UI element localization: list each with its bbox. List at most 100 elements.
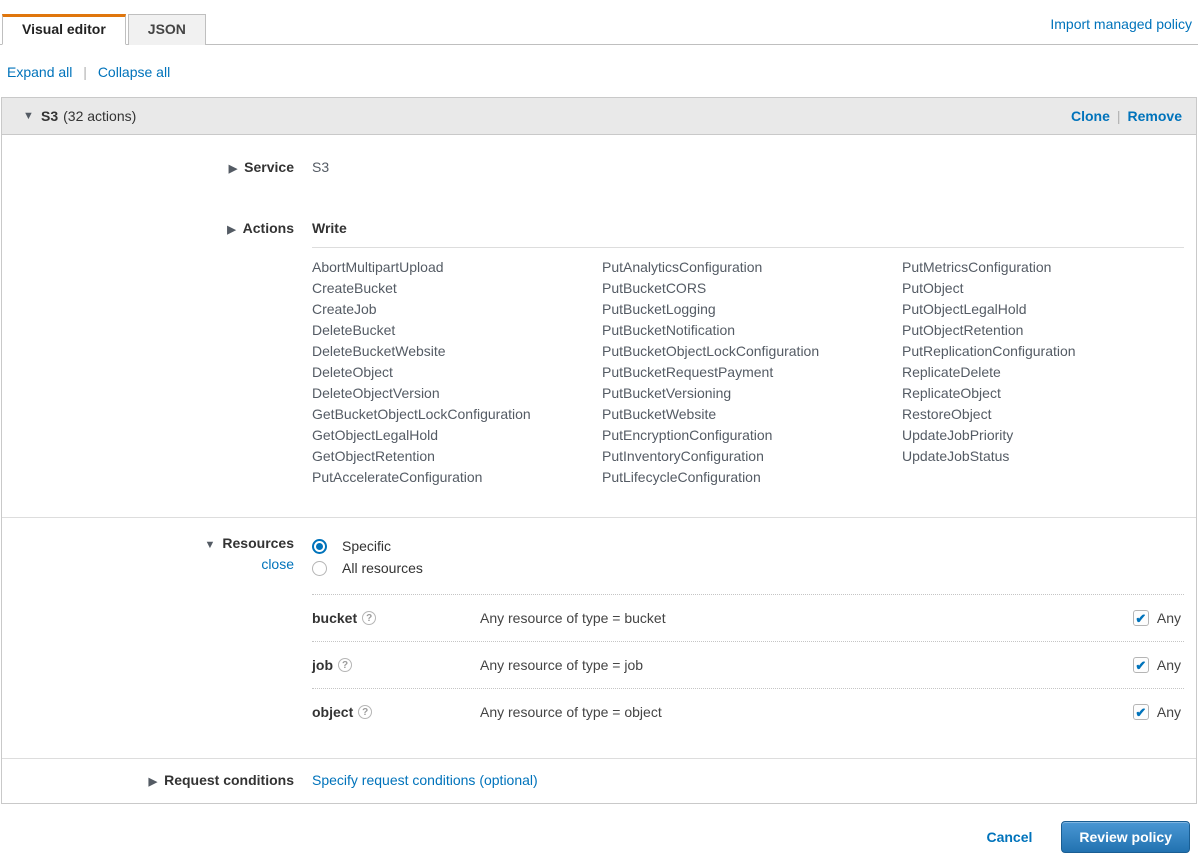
tab-json[interactable]: JSON (128, 14, 206, 45)
divider: | (1117, 108, 1121, 124)
any-label: Any (1157, 657, 1181, 673)
any-label: Any (1157, 610, 1181, 626)
actions-group-header: Write (312, 220, 1184, 248)
resource-row: job? Any resource of type = job✔ Any (312, 641, 1184, 688)
request-conditions-label: Request conditions (164, 772, 294, 788)
expand-all-link[interactable]: Expand all (7, 64, 72, 80)
action-item: PutObject (902, 278, 1184, 299)
check-icon: ✔ (1135, 612, 1146, 625)
resources-row: ▼Resources close Specific All resources … (2, 535, 1196, 758)
checkbox-checked-icon[interactable]: ✔ (1133, 704, 1149, 720)
help-icon[interactable]: ? (338, 658, 352, 672)
checkbox-checked-icon[interactable]: ✔ (1133, 657, 1149, 673)
radio-all-resources-label: All resources (342, 560, 423, 576)
resource-row: bucket? Any resource of type = bucket✔ Any (312, 594, 1184, 641)
action-item: PutInventoryConfiguration (602, 446, 902, 467)
action-item: PutObjectRetention (902, 320, 1184, 341)
footer-action-bar: Cancel Review policy (0, 804, 1198, 853)
actions-expand-arrow-icon[interactable]: ▶ (227, 223, 235, 236)
check-icon: ✔ (1135, 706, 1146, 719)
any-checkbox[interactable]: ✔Any (1133, 704, 1184, 720)
check-icon: ✔ (1135, 659, 1146, 672)
review-policy-button[interactable]: Review policy (1061, 821, 1190, 853)
service-row: ▶ Service S3 (2, 159, 1196, 175)
actions-column: PutMetricsConfigurationPutObjectPutObjec… (902, 257, 1184, 488)
import-managed-policy-link[interactable]: Import managed policy (1050, 16, 1192, 32)
resource-row: object? Any resource of type = object✔Any (312, 688, 1184, 735)
action-item: PutBucketVersioning (602, 383, 902, 404)
tab-json-label: JSON (148, 21, 186, 37)
tab-visual-editor[interactable]: Visual editor (2, 14, 126, 45)
collapse-all-link[interactable]: Collapse all (98, 64, 170, 80)
service-value: S3 (294, 159, 1196, 175)
action-item: PutEncryptionConfiguration (602, 425, 902, 446)
resource-description: Any resource of type = bucket (480, 610, 1133, 626)
request-conditions-row: ▶ Request conditions Specify request cond… (2, 759, 1196, 803)
radio-all-resources[interactable]: All resources (312, 557, 1184, 579)
section-title: S3 (41, 108, 58, 124)
action-item: PutObjectLegalHold (902, 299, 1184, 320)
resource-description: Any resource of type = object (480, 704, 1133, 720)
action-item: DeleteObjectVersion (312, 383, 602, 404)
actions-grid: AbortMultipartUploadCreateBucketCreateJo… (312, 248, 1184, 488)
clone-button[interactable]: Clone (1071, 108, 1110, 124)
radio-specific-label: Specific (342, 538, 391, 554)
resource-description: Any resource of type = job (480, 657, 1133, 673)
action-item: UpdateJobStatus (902, 446, 1184, 467)
collapse-section-arrow-icon[interactable]: ▼ (23, 110, 41, 122)
resource-type-name: bucket (312, 610, 357, 626)
divider (2, 517, 1196, 518)
action-item: GetObjectRetention (312, 446, 602, 467)
action-item: PutBucketWebsite (602, 404, 902, 425)
tab-visual-editor-label: Visual editor (22, 21, 106, 37)
actions-column: AbortMultipartUploadCreateBucketCreateJo… (312, 257, 602, 488)
actions-label: Actions (243, 220, 294, 236)
panel-body: ▶ Service S3 ▶ Actions Write AbortMultipar… (2, 159, 1196, 803)
resource-type-name: job (312, 657, 333, 673)
action-item: DeleteObject (312, 362, 602, 383)
request-conditions-expand-arrow-icon[interactable]: ▶ (149, 775, 157, 788)
action-item: PutBucketNotification (602, 320, 902, 341)
help-icon[interactable]: ? (362, 611, 376, 625)
s3-section-header[interactable]: ▼ S3 (32 actions) Clone | Remove (2, 98, 1196, 135)
any-checkbox[interactable]: ✔ Any (1133, 657, 1184, 673)
action-item: GetBucketObjectLockConfiguration (312, 404, 602, 425)
action-item: UpdateJobPriority (902, 425, 1184, 446)
service-expand-arrow-icon[interactable]: ▶ (229, 162, 237, 175)
action-item: AbortMultipartUpload (312, 257, 602, 278)
action-item: PutAccelerateConfiguration (312, 467, 602, 488)
tab-bar: Visual editor JSON Import managed policy (0, 0, 1198, 45)
specify-request-conditions-link[interactable]: Specify request conditions (optional) (312, 772, 538, 788)
cancel-button[interactable]: Cancel (986, 829, 1032, 845)
action-item: ReplicateObject (902, 383, 1184, 404)
action-item: PutBucketLogging (602, 299, 902, 320)
action-item: PutBucketCORS (602, 278, 902, 299)
actions-row: ▶Actions Write AbortMultipartUploadCreat… (2, 220, 1196, 488)
action-item: PutReplicationConfiguration (902, 341, 1184, 362)
radio-specific[interactable]: Specific (312, 535, 1184, 557)
action-item: PutLifecycleConfiguration (602, 467, 902, 488)
action-item: PutBucketObjectLockConfiguration (602, 341, 902, 362)
policy-statement-panel: ▼ S3 (32 actions) Clone | Remove ▶ Servic… (1, 97, 1197, 804)
resource-type-name: object (312, 704, 353, 720)
help-icon[interactable]: ? (358, 705, 372, 719)
action-item: DeleteBucket (312, 320, 602, 341)
action-item: PutBucketRequestPayment (602, 362, 902, 383)
resource-table: bucket?Any resource of type = bucket✔Any… (312, 594, 1184, 735)
checkbox-checked-icon[interactable]: ✔ (1133, 610, 1149, 626)
action-item: PutMetricsConfiguration (902, 257, 1184, 278)
divider: | (83, 64, 87, 80)
service-label: Service (244, 159, 294, 175)
action-item: CreateJob (312, 299, 602, 320)
resources-label: Resources (222, 535, 294, 551)
resources-collapse-arrow-icon[interactable]: ▼ (205, 539, 216, 551)
action-item: DeleteBucketWebsite (312, 341, 602, 362)
radio-selected-icon[interactable] (312, 539, 327, 554)
radio-unselected-icon[interactable] (312, 561, 327, 576)
actions-column: PutAnalyticsConfigurationPutBucketCORSPu… (602, 257, 902, 488)
any-checkbox[interactable]: ✔ Any (1133, 610, 1184, 626)
remove-button[interactable]: Remove (1128, 108, 1182, 124)
action-item: PutAnalyticsConfiguration (602, 257, 902, 278)
resources-close-link[interactable]: close (2, 556, 294, 572)
spacer (312, 735, 1184, 758)
